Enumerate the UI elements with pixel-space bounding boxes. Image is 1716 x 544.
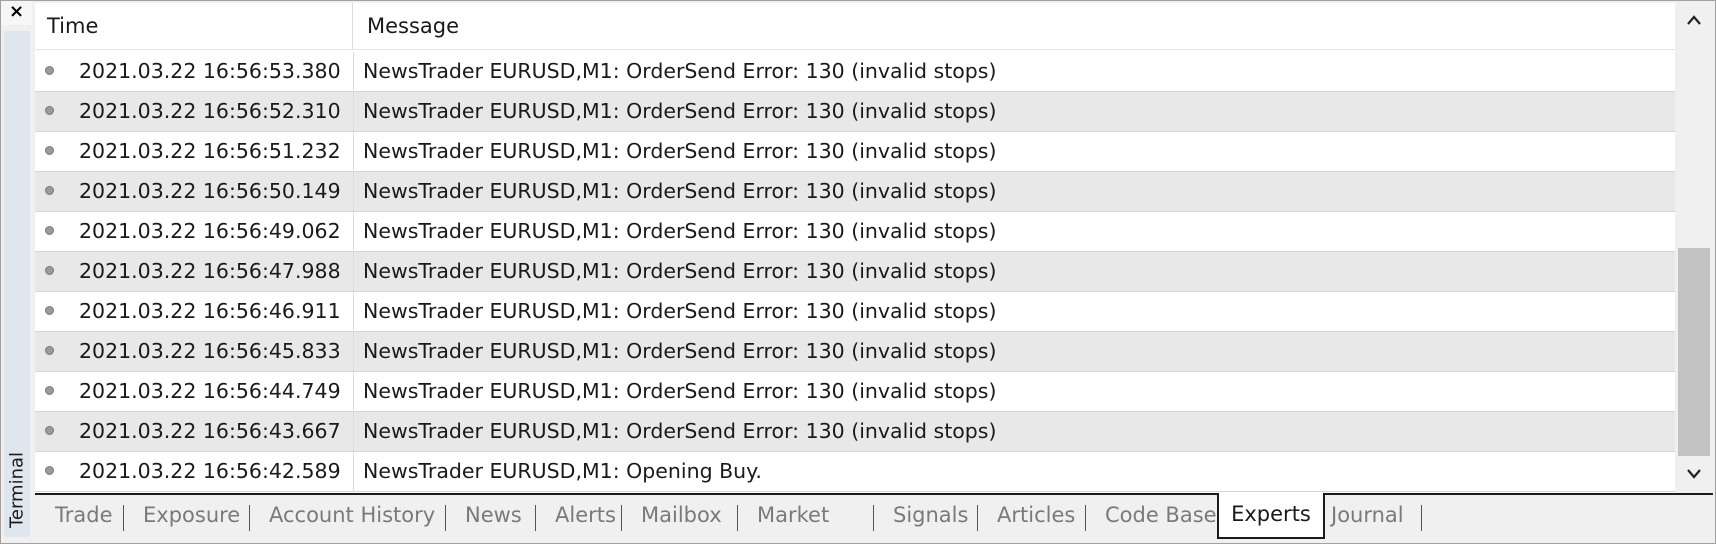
column-divider: [353, 412, 354, 452]
column-divider: [353, 252, 354, 292]
column-divider: [353, 332, 354, 372]
tab-separator: [249, 505, 250, 531]
table-row[interactable]: 2021.03.22 16:56:47.988 NewsTrader EURUSD…: [35, 252, 1675, 292]
column-divider: [353, 132, 354, 172]
chevron-down-icon[interactable]: [1676, 457, 1712, 493]
tab-articles[interactable]: Articles: [997, 495, 1075, 539]
gray-dot-icon: [45, 266, 54, 275]
tab-account-history[interactable]: Account History: [269, 495, 435, 539]
tab-signals[interactable]: Signals: [893, 495, 968, 539]
column-divider: [353, 292, 354, 332]
tab-news[interactable]: News: [465, 495, 522, 539]
scrollbar-thumb[interactable]: [1678, 248, 1710, 456]
table-row[interactable]: 2021.03.22 16:56:51.232 NewsTrader EURUSD…: [35, 132, 1675, 172]
gray-dot-icon: [45, 386, 54, 395]
column-divider: [353, 212, 354, 252]
tab-mailbox[interactable]: Mailbox: [641, 495, 722, 539]
column-header-message[interactable]: Message: [353, 3, 1675, 49]
table-row[interactable]: 2021.03.22 16:56:46.911 NewsTrader EURUSD…: [35, 292, 1675, 332]
gray-dot-icon: [45, 226, 54, 235]
row-time: 2021.03.22 16:56:49.062: [79, 219, 341, 243]
table-row[interactable]: 2021.03.22 16:56:53.380 NewsTrader EURUSD…: [35, 52, 1675, 92]
terminal-side-label: Terminal: [4, 445, 30, 535]
gray-dot-icon: [45, 466, 54, 475]
table-row[interactable]: 2021.03.22 16:56:45.833 NewsTrader EURUSD…: [35, 332, 1675, 372]
gray-dot-icon: [45, 306, 54, 315]
chevron-up-icon[interactable]: [1676, 3, 1712, 39]
close-icon[interactable]: ×: [9, 2, 24, 22]
row-time: 2021.03.22 16:56:44.749: [79, 379, 341, 403]
tab-separator: [445, 505, 446, 531]
row-message: NewsTrader EURUSD,M1: OrderSend Error: 1…: [363, 59, 997, 83]
column-divider: [353, 372, 354, 412]
terminal-window: × Terminal Time Message 2021.03.22 16:56…: [0, 0, 1716, 544]
row-message: NewsTrader EURUSD,M1: OrderSend Error: 1…: [363, 259, 997, 283]
close-area: ×: [1, 1, 32, 25]
table-row[interactable]: 2021.03.22 16:56:42.589 NewsTrader EURUSD…: [35, 452, 1675, 492]
row-time: 2021.03.22 16:56:45.833: [79, 339, 341, 363]
gray-dot-icon: [45, 346, 54, 355]
gray-dot-icon: [45, 426, 54, 435]
tab-bar: Trade Exposure Account History News Alerts Ma…: [35, 493, 1713, 543]
tab-separator: [1085, 505, 1086, 531]
log-table: Time Message 2021.03.22 16:56:53.380 News…: [35, 3, 1675, 493]
tab-separator: [977, 505, 978, 531]
row-time: 2021.03.22 16:56:52.310: [79, 99, 341, 123]
tab-separator: [737, 505, 738, 531]
row-message: NewsTrader EURUSD,M1: OrderSend Error: 1…: [363, 219, 997, 243]
column-divider: [353, 92, 354, 132]
row-message: NewsTrader EURUSD,M1: OrderSend Error: 1…: [363, 139, 997, 163]
vertical-scrollbar[interactable]: [1676, 3, 1712, 493]
column-divider: [353, 52, 354, 92]
row-message: NewsTrader EURUSD,M1: OrderSend Error: 1…: [363, 379, 997, 403]
tab-code-base[interactable]: Code Base: [1105, 495, 1217, 539]
tab-separator: [621, 505, 622, 531]
tab-exposure[interactable]: Exposure: [143, 495, 240, 539]
table-row[interactable]: 2021.03.22 16:56:50.149 NewsTrader EURUSD…: [35, 172, 1675, 212]
tab-separator: [873, 505, 874, 531]
gray-dot-icon: [45, 106, 54, 115]
row-time: 2021.03.22 16:56:53.380: [79, 59, 341, 83]
table-row[interactable]: 2021.03.22 16:56:52.310 NewsTrader EURUSD…: [35, 92, 1675, 132]
row-message: NewsTrader EURUSD,M1: OrderSend Error: 1…: [363, 339, 997, 363]
row-time: 2021.03.22 16:56:46.911: [79, 299, 341, 323]
row-message: NewsTrader EURUSD,M1: OrderSend Error: 1…: [363, 179, 997, 203]
terminal-side-strip: × Terminal: [1, 1, 32, 543]
table-header: Time Message: [35, 3, 1675, 50]
row-message: NewsTrader EURUSD,M1: OrderSend Error: 1…: [363, 419, 997, 443]
tab-journal[interactable]: Journal: [1331, 495, 1404, 539]
tab-separator: [1421, 505, 1422, 531]
row-time: 2021.03.22 16:56:43.667: [79, 419, 341, 443]
row-message: NewsTrader EURUSD,M1: OrderSend Error: 1…: [363, 99, 997, 123]
tab-market[interactable]: Market: [757, 495, 829, 539]
row-message: NewsTrader EURUSD,M1: Opening Buy.: [363, 459, 762, 483]
row-time: 2021.03.22 16:56:42.589: [79, 459, 341, 483]
column-header-time[interactable]: Time: [35, 3, 353, 49]
column-divider: [353, 172, 354, 212]
row-time: 2021.03.22 16:56:51.232: [79, 139, 341, 163]
tab-trade[interactable]: Trade: [55, 495, 113, 539]
table-row[interactable]: 2021.03.22 16:56:43.667 NewsTrader EURUSD…: [35, 412, 1675, 452]
table-row[interactable]: 2021.03.22 16:56:44.749 NewsTrader EURUSD…: [35, 372, 1675, 412]
gray-dot-icon: [45, 146, 54, 155]
tab-separator: [535, 505, 536, 531]
terminal-label: Terminal: [6, 451, 28, 529]
row-time: 2021.03.22 16:56:47.988: [79, 259, 341, 283]
row-time: 2021.03.22 16:56:50.149: [79, 179, 341, 203]
tab-alerts[interactable]: Alerts: [555, 495, 616, 539]
gray-dot-icon: [45, 66, 54, 75]
tab-separator: [123, 505, 124, 531]
row-message: NewsTrader EURUSD,M1: OrderSend Error: 1…: [363, 299, 997, 323]
table-body: 2021.03.22 16:56:53.380 NewsTrader EURUSD…: [35, 52, 1675, 492]
tab-experts[interactable]: Experts: [1217, 493, 1325, 539]
gray-dot-icon: [45, 186, 54, 195]
table-row[interactable]: 2021.03.22 16:56:49.062 NewsTrader EURUSD…: [35, 212, 1675, 252]
column-divider: [353, 452, 354, 492]
